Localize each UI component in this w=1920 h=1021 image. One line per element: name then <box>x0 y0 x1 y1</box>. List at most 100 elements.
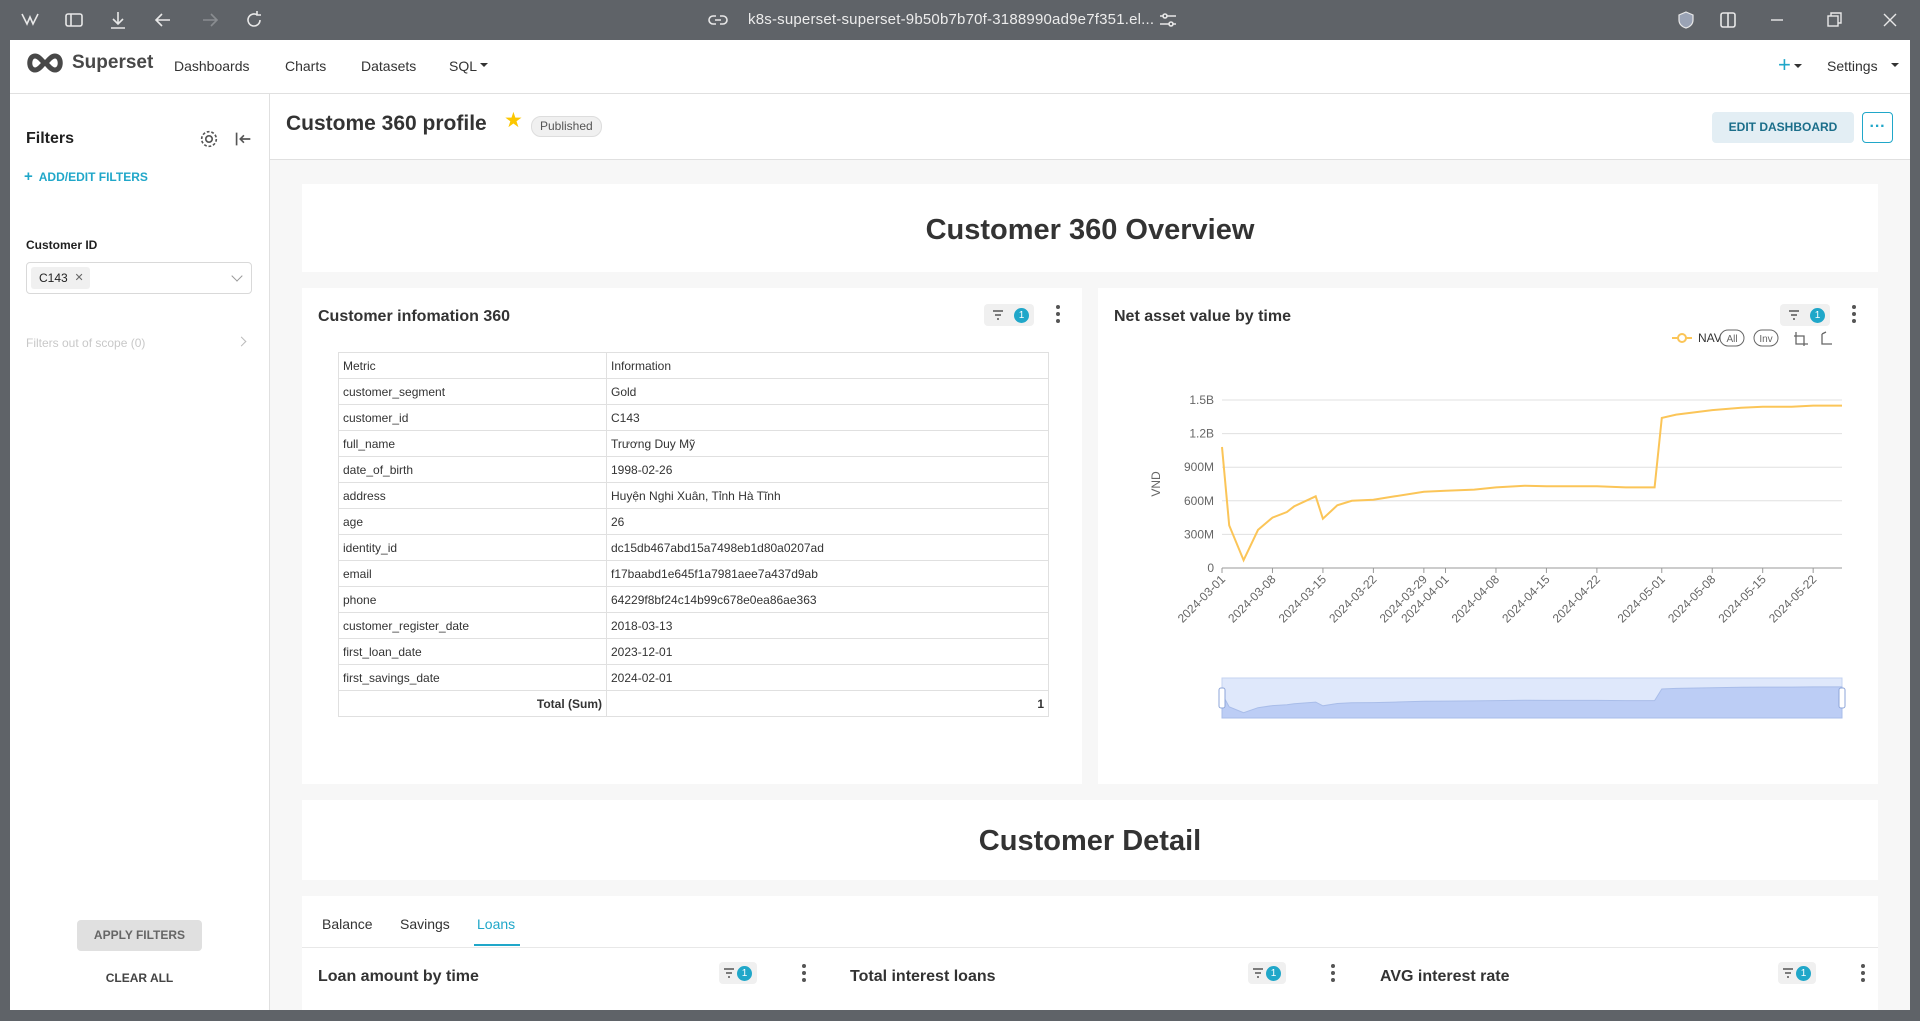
tab-balance[interactable]: Balance <box>322 916 373 932</box>
gear-icon[interactable] <box>198 128 220 150</box>
apply-filters-button[interactable]: APPLY FILTERS <box>77 920 202 951</box>
selected-tag: C143 ✕ <box>31 267 90 289</box>
overview-header-card: Customer 360 Overview <box>302 184 1878 272</box>
x-tick-label: 2024-03-08 <box>1225 572 1279 626</box>
star-icon[interactable]: ★ <box>504 108 523 133</box>
nav-series-line[interactable] <box>1221 404 1842 563</box>
value-cell: 64229f8bf24c14b99c678e0ea86ae363 <box>606 586 1049 613</box>
tab-loans[interactable]: Loans <box>477 916 515 932</box>
settings-menu[interactable]: Settings <box>1827 58 1878 74</box>
dashboard-title[interactable]: Custome 360 profile <box>286 112 487 136</box>
sidebar-toggle-icon[interactable] <box>62 8 86 32</box>
minimize-icon[interactable] <box>1765 8 1789 32</box>
filter-indicator[interactable]: 1 <box>1248 962 1286 984</box>
value-cell: dc15db467abd15a7498eb1d80a0207ad <box>606 534 1049 561</box>
metric-cell: address <box>338 482 607 509</box>
edit-dashboard-button[interactable]: EDIT DASHBOARD <box>1712 112 1854 143</box>
tab-savings[interactable]: Savings <box>400 916 450 932</box>
superset-logo[interactable]: Superset <box>24 52 153 74</box>
overview-title: Customer 360 Overview <box>925 214 1255 246</box>
infinity-logo-icon <box>27 53 63 73</box>
zoom-reset-icon[interactable] <box>1821 331 1832 345</box>
metric-cell: age <box>338 508 607 535</box>
metric-cell: first_loan_date <box>338 638 607 665</box>
close-icon[interactable] <box>1878 8 1902 32</box>
more-options-button[interactable]: ··· <box>1862 112 1893 143</box>
nav-line-chart: NAV All Inv 0 300M 600M 900M 1.2B 1.5B VND 2024-03… <box>1149 329 1846 719</box>
y-axis-label: VND <box>1149 471 1163 497</box>
tune-icon[interactable] <box>1156 8 1180 32</box>
card-menu-icon[interactable] <box>802 964 806 982</box>
workspaces-icon[interactable] <box>18 8 42 32</box>
filter-label-customer-id: Customer ID <box>26 238 98 252</box>
info-table: Metric Information customer_segment Gold cus… <box>338 352 1049 717</box>
status-badge[interactable]: Published <box>531 116 602 137</box>
filters-title: Filters <box>26 130 75 147</box>
filter-icon <box>1253 968 1263 978</box>
shield-icon[interactable] <box>1674 8 1698 32</box>
filter-icon <box>1789 310 1799 320</box>
restore-icon[interactable] <box>1822 8 1846 32</box>
customer-info-card: Customer infomation 360 1 Metric Informat… <box>302 288 1082 784</box>
clear-all-button[interactable]: CLEAR ALL <box>77 971 202 985</box>
nav-charts[interactable]: Charts <box>285 58 326 74</box>
collapse-icon[interactable] <box>232 128 254 150</box>
filters-out-of-scope[interactable]: Filters out of scope (0) <box>26 336 145 350</box>
table-row: identity_id dc15db467abd15a7498eb1d80a020… <box>338 534 1049 561</box>
x-tick-label: 2024-03-01 <box>1175 572 1229 626</box>
metric-cell: date_of_birth <box>338 456 607 483</box>
plus-icon[interactable]: + <box>1778 52 1791 78</box>
settings-caret-icon <box>1891 63 1899 71</box>
nav-dashboards[interactable]: Dashboards <box>174 58 250 74</box>
reload-icon[interactable] <box>242 8 266 32</box>
table-row: first_savings_date 2024-02-01 <box>338 664 1049 691</box>
y-tick-label: 600M <box>1184 494 1214 508</box>
zoom-handle-right[interactable] <box>1838 687 1846 709</box>
nav-chart-card: Net asset value by time 1 NAV All Inv 0 300M… <box>1098 288 1878 784</box>
metric-cell: email <box>338 560 607 587</box>
metric-cell: customer_segment <box>338 378 607 405</box>
remove-tag-icon[interactable]: ✕ <box>74 267 83 289</box>
toggle-inv-button-label: Inv <box>1759 334 1772 345</box>
filter-icon <box>993 310 1003 320</box>
customer-id-select[interactable]: C143 ✕ <box>26 262 252 294</box>
card-menu-icon[interactable] <box>1861 964 1865 982</box>
split-view-icon[interactable] <box>1716 8 1740 32</box>
nav-sql[interactable]: SQL <box>449 58 477 74</box>
value-cell: Huyện Nghi Xuân, Tỉnh Hà Tĩnh <box>606 482 1049 509</box>
value-cell: f17baabd1e645f1a7981aee7a437d9ab <box>606 560 1049 587</box>
column-header[interactable]: Metric <box>338 352 607 379</box>
card-menu-icon[interactable] <box>1852 305 1856 323</box>
column-header[interactable]: Information <box>606 352 1049 379</box>
total-label: Total (Sum) <box>338 690 607 717</box>
table-row: customer_register_date 2018-03-13 <box>338 612 1049 639</box>
filter-indicator[interactable]: 1 <box>719 962 757 984</box>
top-navbar: Superset Dashboards Charts Datasets SQL … <box>10 40 1910 94</box>
legend-label[interactable]: NAV <box>1698 331 1722 345</box>
card-menu-icon[interactable] <box>1331 964 1335 982</box>
value-cell: 2018-03-13 <box>606 612 1049 639</box>
x-tick-label: 2024-05-22 <box>1766 572 1820 626</box>
address-bar[interactable]: k8s-superset-superset-9b50b7b70f-3188990… <box>748 11 1154 28</box>
download-icon[interactable] <box>106 8 130 32</box>
dashboard-header: Custome 360 profile ★ Published EDIT DAS… <box>270 94 1910 160</box>
link-icon[interactable] <box>706 8 730 32</box>
table-row: age 26 <box>338 508 1049 535</box>
table-row: full_name Trương Duy Mỹ <box>338 430 1049 457</box>
card-menu-icon[interactable] <box>1056 305 1060 323</box>
zoom-handle-left[interactable] <box>1218 687 1226 709</box>
filter-indicator[interactable]: 1 <box>984 304 1034 326</box>
loan-charts-row: Loan amount by time 1 Total interest loa… <box>302 948 1878 1010</box>
x-tick-label: 2024-05-01 <box>1615 572 1669 626</box>
filter-indicator[interactable]: 1 <box>1778 962 1816 984</box>
forward-icon[interactable] <box>198 8 222 32</box>
x-tick-label: 2024-03-22 <box>1326 572 1380 626</box>
add-edit-filters-button[interactable]: + ADD/EDIT FILTERS <box>24 168 148 185</box>
table-row: email f17baabd1e645f1a7981aee7a437d9ab <box>338 560 1049 587</box>
nav-datasets[interactable]: Datasets <box>361 58 416 74</box>
zoom-select-icon[interactable] <box>1794 332 1808 346</box>
avg-interest-title: AVG interest rate <box>1380 968 1510 985</box>
filter-indicator[interactable]: 1 <box>1780 304 1830 326</box>
back-icon[interactable] <box>151 8 175 32</box>
metric-cell: full_name <box>338 430 607 457</box>
